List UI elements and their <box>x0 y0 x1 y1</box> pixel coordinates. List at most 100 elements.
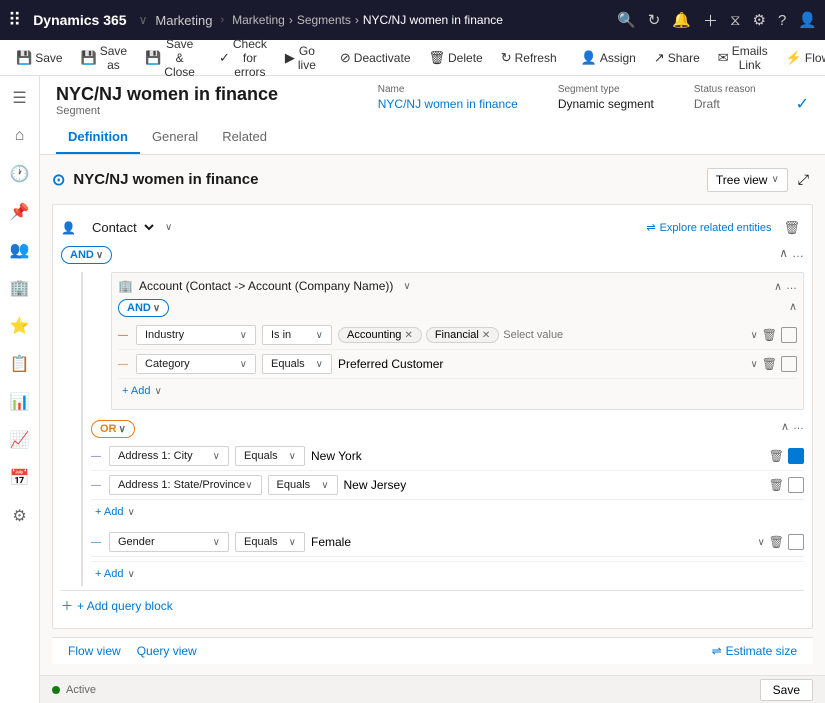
contact-entity-select[interactable]: Contact <box>84 217 157 238</box>
sidebar-item-accounts[interactable]: 🏢 <box>2 270 38 306</box>
sidebar-item-calendar[interactable]: 📅 <box>2 460 38 496</box>
deactivate-button[interactable]: ⊘ Deactivate <box>332 46 419 70</box>
explore-icon: ⇌ <box>646 221 655 234</box>
gender-icon: — <box>91 537 103 548</box>
sidebar-item-contacts[interactable]: 👥 <box>2 232 38 268</box>
gender-delete[interactable]: 🗑 <box>769 535 784 549</box>
status-save-button[interactable]: Save <box>760 679 813 701</box>
breadcrumb-marketing[interactable]: Marketing <box>232 13 285 27</box>
builder-header: ⊙ NYC/NJ women in finance Tree view ∨ ⤢ <box>52 167 813 192</box>
address-state-operator-select[interactable]: Equals ∨ <box>268 475 338 495</box>
or-more[interactable]: … <box>793 420 804 433</box>
assign-button[interactable]: 👤 Assign <box>573 46 644 70</box>
search-icon[interactable]: 🔍 <box>617 11 636 29</box>
breadcrumb-segments[interactable]: Segments <box>297 13 351 27</box>
save-close-button[interactable]: 💾 Save & Close <box>137 33 203 83</box>
industry-value-input[interactable] <box>503 329 645 341</box>
emails-link-button[interactable]: ✉ Emails Link <box>710 40 776 76</box>
plus-icon[interactable]: ＋ <box>703 10 718 31</box>
save-close-label: Save & Close <box>164 37 195 79</box>
gender-checkbox[interactable] <box>788 534 804 550</box>
waffle-menu[interactable]: ⠿ <box>8 10 21 31</box>
or-collapse-up[interactable]: ∧ <box>781 420 789 433</box>
and-pill-main[interactable]: AND ∨ <box>61 246 112 264</box>
address-city-field-select[interactable]: Address 1: City ∨ <box>109 446 229 466</box>
segment-type-value: Dynamic segment <box>558 97 654 111</box>
tab-general[interactable]: General <box>140 121 210 154</box>
industry-field-select[interactable]: Industry ∨ <box>136 325 256 345</box>
address-city-checkbox[interactable] <box>788 448 804 464</box>
account-block: 🏢 Account (Contact -> Account (Company N… <box>111 272 804 410</box>
address-state-delete[interactable]: 🗑 <box>769 478 784 492</box>
industry-checkbox[interactable] <box>781 327 797 343</box>
go-live-button[interactable]: ▶ Go live <box>277 40 324 76</box>
brand-dropdown[interactable]: ∨ <box>139 13 148 27</box>
breadcrumb-sep1: › <box>220 14 224 26</box>
user-icon[interactable]: 👤 <box>798 11 817 29</box>
filter-icon[interactable]: ⧖ <box>730 12 741 29</box>
save-as-button[interactable]: 💾 Save as <box>73 40 136 76</box>
query-view-link[interactable]: Query view <box>137 644 197 658</box>
and-pill-account[interactable]: AND ∨ <box>118 299 169 317</box>
sidebar-item-dashboards[interactable]: 📈 <box>2 422 38 458</box>
settings-icon[interactable]: ⚙ <box>753 11 766 29</box>
tab-definition[interactable]: Definition <box>56 121 140 154</box>
delete-button[interactable]: 🗑 Delete <box>421 46 491 70</box>
help-icon[interactable]: ? <box>778 12 786 29</box>
industry-delete[interactable]: 🗑 <box>762 328 777 342</box>
address-state-checkbox[interactable] <box>788 477 804 493</box>
more-options-main[interactable]: … <box>792 246 804 260</box>
sidebar-item-settings[interactable]: ⚙ <box>2 498 38 534</box>
refresh-button[interactable]: ↻ Refresh <box>493 46 565 70</box>
flow-view-link[interactable]: Flow view <box>68 644 121 658</box>
gender-field-select[interactable]: Gender ∨ <box>109 532 229 552</box>
sidebar-item-activities[interactable]: 📋 <box>2 346 38 382</box>
expand-button[interactable]: ⤢ <box>794 167 813 192</box>
tree-view-button[interactable]: Tree view ∨ <box>707 168 788 192</box>
sidebar-item-home[interactable]: ⌂ <box>2 118 38 154</box>
add-account-condition-button[interactable]: + Add ∨ <box>118 383 166 399</box>
category-checkbox[interactable] <box>781 356 797 372</box>
account-entity-icon: 🏢 <box>118 279 133 293</box>
refresh-icon[interactable]: ↻ <box>648 11 661 29</box>
collapse-up-main[interactable]: ∧ <box>779 246 788 260</box>
category-operator-select[interactable]: Equals ∨ <box>262 354 332 374</box>
share-button[interactable]: ↗ Share <box>646 46 708 70</box>
estimate-size-link[interactable]: ⇌ Estimate size <box>712 644 797 658</box>
flow-button[interactable]: ⚡ Flow <box>778 46 825 70</box>
remove-accounting[interactable]: ✕ <box>404 330 412 341</box>
sidebar-item-pinned[interactable]: 📌 <box>2 194 38 230</box>
address-city-operator-select[interactable]: Equals ∨ <box>235 446 305 466</box>
tab-related[interactable]: Related <box>210 121 279 154</box>
industry-value-accounting: Accounting ✕ <box>338 327 422 343</box>
assign-label: Assign <box>600 51 636 65</box>
account-group-collapse[interactable]: ∧ <box>789 301 797 313</box>
category-field-select[interactable]: Category ∨ <box>136 354 256 374</box>
save-button[interactable]: 💾 Save <box>8 46 71 70</box>
refresh-cmd-icon: ↻ <box>501 50 512 66</box>
bell-icon[interactable]: 🔔 <box>672 11 691 29</box>
category-delete[interactable]: 🗑 <box>762 357 777 371</box>
address-city-delete[interactable]: 🗑 <box>769 449 784 463</box>
account-collapse-up[interactable]: ∧ <box>774 280 782 293</box>
gender-operator-select[interactable]: Equals ∨ <box>235 532 305 552</box>
contact-delete-button[interactable]: 🗑 <box>779 218 804 238</box>
add-main-condition-button[interactable]: + Add ∨ <box>91 566 139 582</box>
address-state-field-select[interactable]: Address 1: State/Province ∨ <box>109 475 262 495</box>
add-or-condition-button[interactable]: + Add ∨ <box>91 504 139 520</box>
sidebar-item-leads[interactable]: ⭐ <box>2 308 38 344</box>
explore-related-link[interactable]: ⇌ Explore related entities <box>646 221 771 234</box>
add-query-label: + Add query block <box>77 599 173 613</box>
sidebar-item-menu[interactable]: ☰ <box>2 80 38 116</box>
sidebar-item-recent[interactable]: 🕐 <box>2 156 38 192</box>
breadcrumb-sep2: › <box>289 13 293 27</box>
account-more[interactable]: … <box>786 280 797 293</box>
add-query-block-button[interactable]: ＋ + Add query block <box>61 590 804 620</box>
nav-marketing[interactable]: Marketing <box>155 13 212 28</box>
remove-financial[interactable]: ✕ <box>482 330 490 341</box>
industry-operator-select[interactable]: Is in ∨ <box>262 325 332 345</box>
check-errors-button[interactable]: ✓ Check for errors <box>211 33 275 83</box>
or-pill[interactable]: OR ∨ <box>91 420 135 438</box>
sidebar-item-reports[interactable]: 📊 <box>2 384 38 420</box>
builder-title: ⊙ NYC/NJ women in finance <box>52 170 258 190</box>
